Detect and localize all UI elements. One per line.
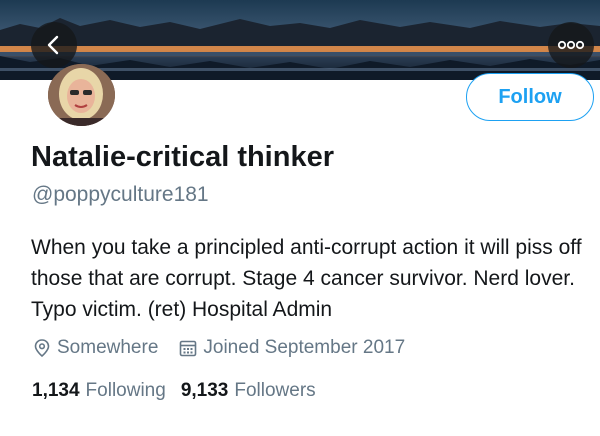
- location-pin-icon: [32, 338, 52, 358]
- profile-stats: 1,134 Following 9,133 Followers: [32, 380, 331, 402]
- user-handle: @poppyculture181: [32, 183, 209, 206]
- location-text: Somewhere: [57, 337, 159, 358]
- display-name: Natalie-critical thinker: [31, 141, 334, 173]
- calendar-icon: [178, 338, 198, 358]
- profile-meta: Somewhere Joined September 2017: [32, 337, 405, 359]
- follow-button[interactable]: Follow: [466, 73, 594, 121]
- more-options-button[interactable]: [548, 22, 594, 68]
- followers-count: 9,133: [180, 380, 229, 401]
- back-button[interactable]: [31, 22, 77, 68]
- avatar[interactable]: [48, 64, 115, 126]
- chevron-left-icon: [47, 35, 59, 55]
- following-label: Following: [85, 380, 166, 401]
- joined-date-text: Joined September 2017: [203, 337, 406, 358]
- following-link[interactable]: 1,134 Following: [32, 380, 166, 402]
- followers-link[interactable]: 9,133 Followers: [181, 380, 316, 402]
- more-horizontal-icon: [557, 40, 585, 50]
- profile-bio: When you take a principled anti-corrupt …: [31, 236, 582, 321]
- followers-label: Followers: [234, 380, 316, 401]
- following-count: 1,134: [32, 380, 80, 401]
- avatar-image: [48, 64, 115, 126]
